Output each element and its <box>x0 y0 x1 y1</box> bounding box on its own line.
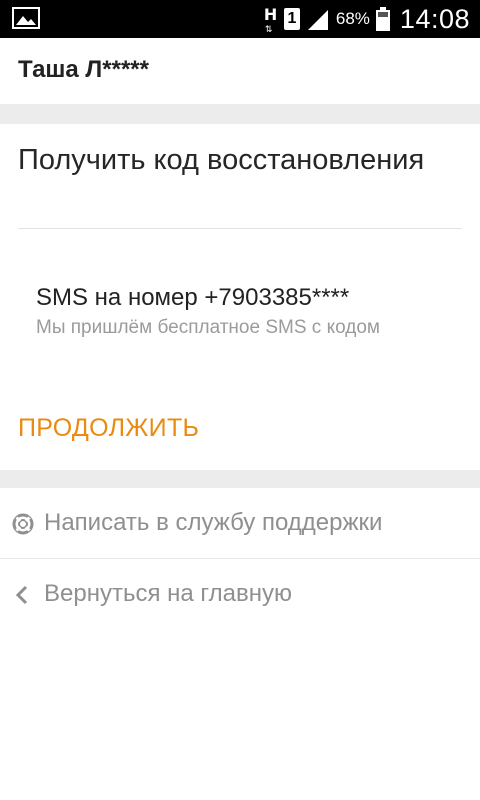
page-title: Получить код восстановления <box>18 144 425 176</box>
sms-option[interactable]: SMS на номер +7903385**** Мы пришлём бес… <box>36 282 456 340</box>
network-type-indicator: H ⇅ <box>263 5 278 36</box>
status-icons: H ⇅ 1 68% 14:08 <box>264 0 470 38</box>
lifebuoy-icon <box>12 513 34 535</box>
chevron-left-icon <box>15 585 28 605</box>
image-icon <box>12 7 40 29</box>
sms-option-title: SMS на номер +7903385**** <box>36 284 350 311</box>
section-separator <box>0 104 480 124</box>
status-bar: H ⇅ 1 68% 14:08 <box>0 0 480 38</box>
sms-option-description: Мы пришлём бесплатное SMS с кодом <box>36 317 380 338</box>
user-name: Таша Л***** <box>18 56 149 83</box>
battery-icon <box>375 7 390 31</box>
user-header: Таша Л***** <box>0 38 480 104</box>
sim-slot-badge: 1 <box>283 8 300 30</box>
recovery-card: Получить код восстановления SMS на номер… <box>0 124 480 470</box>
back-home-link[interactable]: Вернуться на главную <box>0 560 480 630</box>
back-home-label: Вернуться на главную <box>44 580 292 607</box>
support-link[interactable]: Написать в службу поддержки <box>0 489 480 559</box>
section-separator <box>0 470 480 488</box>
battery-percent: 68% <box>335 9 370 28</box>
support-link-label: Написать в службу поддержки <box>44 509 383 536</box>
network-type-label: H <box>263 5 278 24</box>
clock: 14:08 <box>399 3 470 34</box>
divider <box>0 558 480 559</box>
signal-icon <box>307 10 328 30</box>
continue-button[interactable]: ПРОДОЛЖИТЬ <box>18 414 199 443</box>
divider <box>18 228 462 229</box>
network-activity-icon: ⇅ <box>264 25 273 35</box>
